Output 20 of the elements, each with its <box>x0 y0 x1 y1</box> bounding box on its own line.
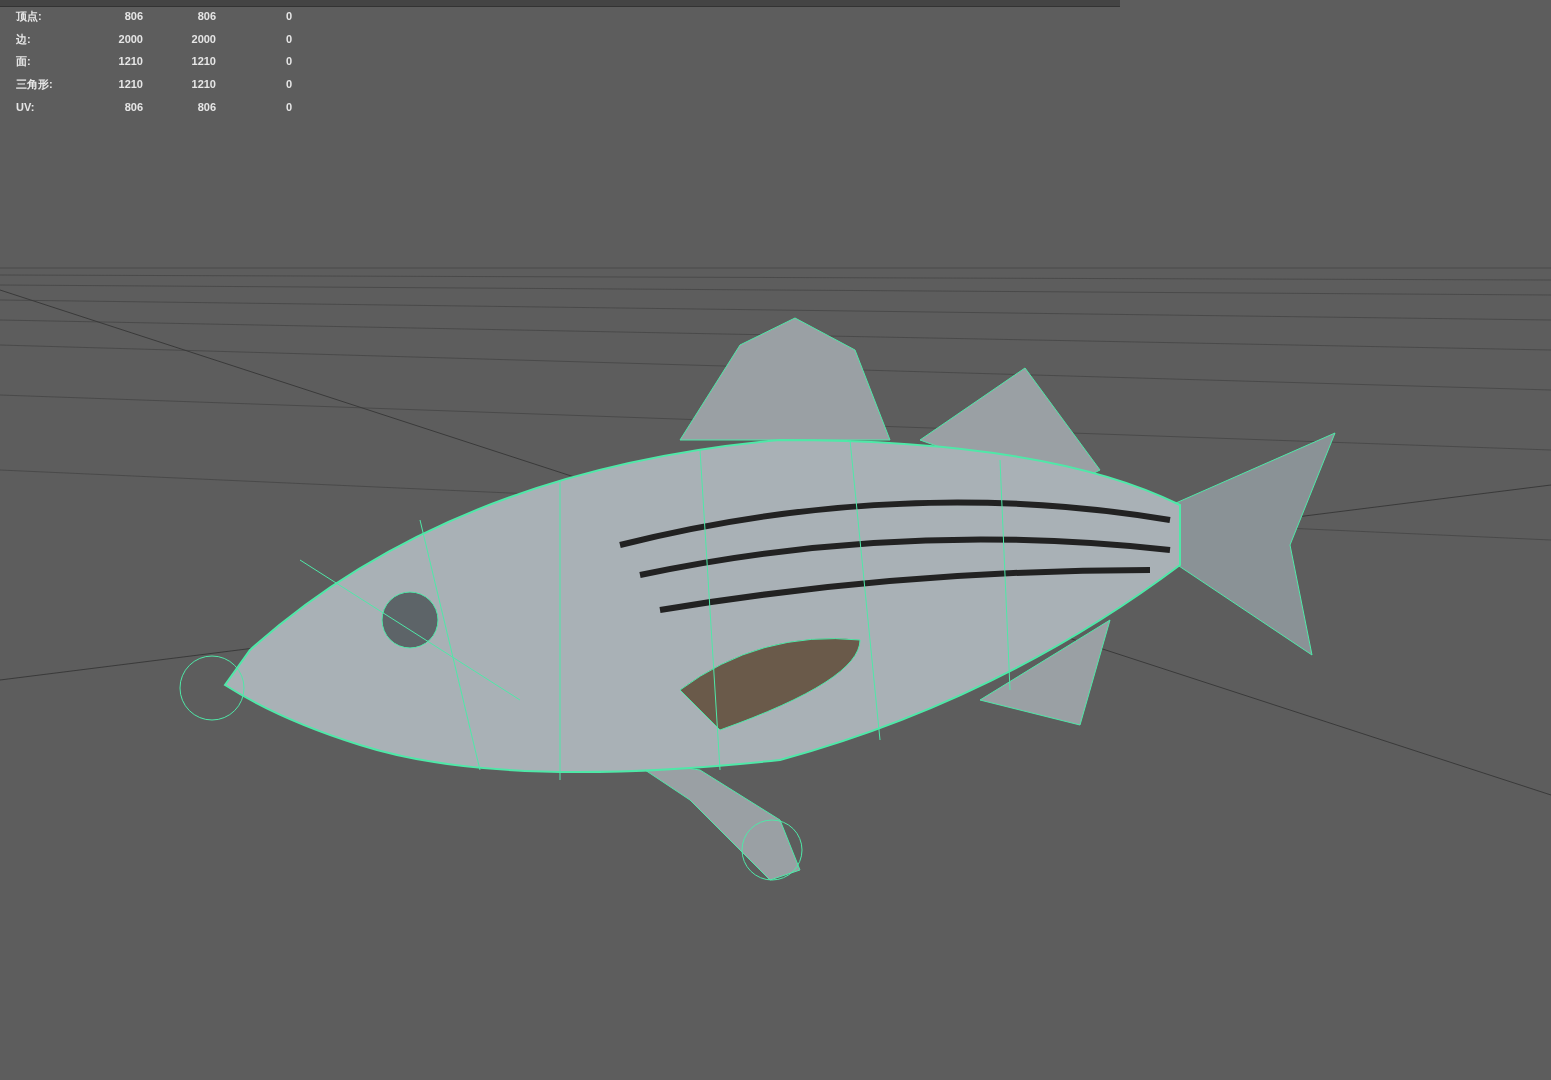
stat-label: 面: <box>16 54 32 70</box>
stat-value: 1210 <box>117 54 143 70</box>
stat-value: 806 <box>196 9 216 25</box>
stat-value: 806 <box>123 9 143 25</box>
stat-value: 806 <box>123 99 143 115</box>
stat-label: 三角形: <box>16 77 54 93</box>
stat-label: 边: <box>16 31 32 47</box>
stat-value: 1210 <box>190 77 216 93</box>
stat-label: 顶点: <box>16 9 43 25</box>
stat-label: UV: <box>16 99 36 115</box>
stat-value: 2000 <box>190 31 216 47</box>
stat-value: 1210 <box>117 77 143 93</box>
stat-value: 0 <box>284 9 292 25</box>
stat-value: 0 <box>284 77 292 93</box>
stat-value: 1210 <box>190 54 216 70</box>
stat-value: 806 <box>196 99 216 115</box>
stat-value: 0 <box>284 99 292 115</box>
stat-value: 0 <box>284 54 292 70</box>
stat-value: 2000 <box>117 31 143 47</box>
stat-value: 0 <box>284 31 292 47</box>
